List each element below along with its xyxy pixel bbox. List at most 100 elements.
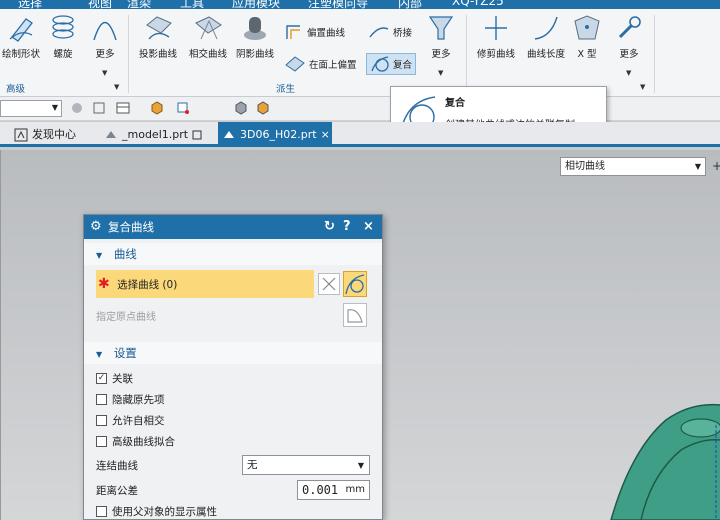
solid-cube-icon[interactable] [234, 101, 248, 115]
bridge-button[interactable]: 桥接 [368, 23, 412, 41]
distance-tolerance-unit: mm [345, 484, 365, 495]
offset-curve-button[interactable]: 偏置曲线 [284, 23, 345, 41]
trim-curve-icon [485, 16, 507, 40]
funnel-icon [428, 16, 454, 40]
type-filter-select[interactable]: ▼ [0, 100, 62, 117]
select-curve-row[interactable]: ✱ 选择曲线 (0) [96, 270, 314, 298]
gear-icon[interactable]: ⚙ [90, 215, 102, 239]
menu-item-xq[interactable]: XQ-YZ25 [452, 0, 504, 8]
tab-label: _model1.prt [122, 127, 189, 141]
curve-section-header[interactable]: ▼ 曲线 [84, 243, 382, 265]
composite-label: 复合 [393, 60, 413, 71]
helix-label: 螺旋 [53, 49, 73, 60]
more-label: 更多 [619, 49, 639, 60]
more-advanced-button[interactable]: 更多 [88, 13, 122, 60]
allow-self-intersect-checkbox[interactable]: 允许自相交 [96, 413, 165, 428]
chevron-down-icon: ▼ [51, 103, 58, 112]
chevron-down-icon[interactable]: ▼ [438, 69, 443, 77]
checkbox-icon [96, 506, 107, 517]
helix-button[interactable]: 螺旋 [46, 13, 80, 60]
shadow-curve-button[interactable]: 阴影曲线 [233, 13, 277, 60]
more-edit-button[interactable]: 更多 [612, 13, 646, 60]
chevron-down-icon[interactable]: ▼ [102, 69, 107, 77]
composite-curve-dialog: ⚙ 复合曲线 ↻ ? × ▼ 曲线 ✱ 选择曲线 (0) 指定原点曲线 ▼ 设置… [83, 214, 383, 520]
group-chevron-down-icon[interactable]: ▼ [114, 83, 119, 91]
checkbox-icon [96, 415, 107, 426]
origin-curve-button[interactable] [343, 303, 367, 327]
menu-item-view[interactable]: 视图 [88, 0, 112, 9]
more-label: 更多 [431, 49, 451, 60]
sketch-shape-button[interactable]: 绘制形状 [0, 13, 42, 60]
menu-item-applications[interactable]: 应用模块 [232, 0, 280, 9]
group-divider [654, 15, 655, 93]
tab-label: 3D06_H02.prt [240, 127, 317, 141]
group-chevron-down-icon[interactable]: ▼ [640, 83, 645, 91]
menu-item-render[interactable]: 渲染 [127, 0, 151, 9]
expand-arrows-icon [322, 277, 336, 291]
curve-selection-button[interactable] [343, 271, 367, 297]
shadow-curve-icon [244, 17, 266, 40]
menu-item-tools[interactable]: 工具 [180, 0, 204, 9]
wrench-icon [618, 16, 641, 39]
curve-rule-select[interactable]: 相切曲线 ▼ [560, 157, 706, 176]
x-form-button[interactable]: X 型 [570, 13, 604, 60]
composite-curve-icon [371, 56, 389, 72]
settings-section-header[interactable]: ▼ 设置 [84, 342, 382, 364]
sketch-shape-label: 绘制形状 [1, 49, 40, 60]
required-star-icon: ✱ [98, 276, 110, 292]
chevron-down-icon: ▼ [357, 461, 364, 470]
use-parent-display-checkbox[interactable]: 使用父对象的显示属性 [96, 504, 217, 519]
curve-length-button[interactable]: 曲线长度 [522, 13, 570, 60]
part-icon [224, 130, 234, 138]
distance-tolerance-input[interactable]: 0.001 mm [297, 480, 370, 500]
group-divider [128, 15, 129, 93]
document-tabs: 发现中心 _model1.prt 3D06_H02.prt × [0, 122, 720, 147]
part-icon [106, 130, 116, 138]
reverse-direction-button[interactable] [318, 273, 340, 295]
offset-in-face-icon [285, 56, 305, 72]
crosshair-icon[interactable]: + [712, 159, 720, 173]
project-curve-button[interactable]: 投影曲线 [134, 13, 182, 60]
offset-in-face-button[interactable]: 在面上偏置 [284, 55, 357, 73]
checkbox-icon [96, 394, 107, 405]
join-curves-value: 无 [247, 459, 258, 471]
associative-checkbox[interactable]: ✓ 关联 [96, 371, 133, 386]
associative-label: 关联 [112, 373, 133, 385]
menu-item-select[interactable]: 选择 [18, 0, 42, 9]
curve-rule-value: 相切曲线 [565, 161, 605, 172]
group-advanced-label: 高级 [6, 84, 26, 95]
tab-model1[interactable]: _model1.prt [100, 122, 212, 147]
composite-button[interactable]: 复合 [366, 53, 417, 75]
settings-icon[interactable] [92, 101, 106, 115]
tab-3d06-h02[interactable]: 3D06_H02.prt × [218, 122, 332, 147]
reset-button[interactable]: ↻ [324, 215, 335, 239]
settings-section-title: 设置 [113, 346, 137, 360]
hide-original-checkbox[interactable]: 隐藏原先项 [96, 392, 165, 407]
table-icon[interactable] [116, 101, 130, 115]
dialog-title: 复合曲线 [108, 220, 154, 234]
distance-tolerance-value: 0.001 [302, 483, 339, 497]
cube-icon[interactable] [150, 101, 164, 115]
close-button[interactable]: × [363, 215, 374, 239]
composite-curve-icon [345, 274, 365, 295]
project-curve-label: 投影曲线 [138, 49, 177, 60]
intersect-curve-button[interactable]: 相交曲线 [184, 13, 232, 60]
trim-curve-button[interactable]: 修剪曲线 [472, 13, 520, 60]
snap-icon[interactable] [70, 101, 84, 115]
pencil-icon [9, 18, 33, 42]
ribbon: 绘制形状 螺旋 更多 ▼ 高级 ▼ 投影曲线 相交曲线 阴影曲线 偏置曲线 在面… [0, 9, 720, 97]
select-feature-icon[interactable] [176, 101, 190, 115]
offset-curve-icon [286, 25, 300, 39]
body-icon[interactable] [256, 101, 270, 115]
more-derived-button[interactable]: 更多 [422, 13, 460, 60]
chevron-down-icon[interactable]: ▼ [626, 69, 631, 77]
join-curves-select[interactable]: 无 ▼ [242, 455, 370, 475]
x-form-label: X 型 [577, 49, 597, 60]
distance-tolerance-label: 距离公差 [96, 485, 138, 497]
help-button[interactable]: ? [343, 215, 351, 239]
advanced-fit-checkbox[interactable]: 高级曲线拟合 [96, 434, 175, 449]
menu-item-internal[interactable]: 内部 [398, 0, 422, 9]
tab-discovery-center[interactable]: 发现中心 [10, 122, 96, 147]
close-icon[interactable]: × [321, 123, 330, 147]
menu-item-mold-wizard[interactable]: 注塑模向导 [308, 0, 368, 9]
